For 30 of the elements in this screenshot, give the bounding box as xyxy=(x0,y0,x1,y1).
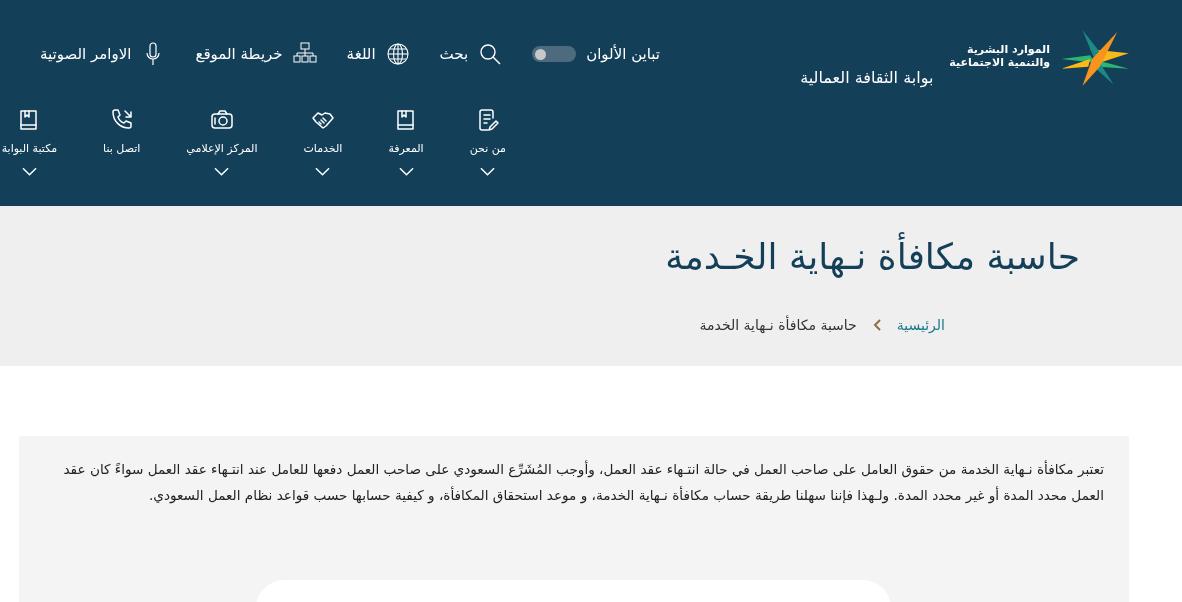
chevron-down-icon[interactable] xyxy=(214,167,230,177)
breadcrumb-link[interactable]: الرئيسية xyxy=(896,317,945,333)
nav-link[interactable]: المعرفة xyxy=(384,108,428,155)
camera-icon xyxy=(209,108,234,132)
breadcrumb-current: حاسبة مكافأة نـهاية الخدمة xyxy=(699,317,857,333)
nav-link[interactable]: الخدمات xyxy=(299,108,347,155)
chevron-down-icon[interactable] xyxy=(21,167,37,177)
nav-link[interactable]: اتصل بنا xyxy=(99,108,145,155)
contrast-toggle[interactable] xyxy=(532,46,577,62)
chevron-down-icon[interactable] xyxy=(480,167,496,177)
voice-link[interactable]: الاوامر الصوتية xyxy=(40,42,166,66)
chevron-left-icon xyxy=(872,319,881,331)
logo-text: والتنمية الاجتماعية xyxy=(949,56,1050,69)
search-link[interactable]: بحث xyxy=(439,42,503,66)
portal-title[interactable]: بوابة الثقافة العمالية xyxy=(800,67,934,87)
chevron-down-icon[interactable] xyxy=(315,167,331,177)
nav-link[interactable]: مكتبة البوابة xyxy=(0,108,62,155)
search-icon xyxy=(478,42,503,66)
globe-icon xyxy=(385,42,410,66)
toggle-label: تباين الألوان xyxy=(586,45,661,63)
sitemap-link[interactable]: خريطة الموقع xyxy=(195,42,317,66)
language-link[interactable]: اللغة xyxy=(346,42,410,66)
logo-text: الموارد البشرية xyxy=(966,43,1050,56)
chevron-down-icon[interactable] xyxy=(398,167,414,177)
phone-icon xyxy=(109,108,134,132)
sitemap-icon xyxy=(292,42,317,66)
nav-link[interactable]: من نحن xyxy=(465,108,510,155)
logo-icon[interactable] xyxy=(1060,30,1130,88)
nav-link[interactable]: المركز الإعلامي xyxy=(182,108,262,155)
intro-text: تعتبر مكافأة نـهاية الخدمة من حقوق العامل على صاحب العمل في حالة انتـهاء عقد العمل، وأوجب المُشَرِّع السعودي على صاحب العمل دفعها للعامل عند انتـهاء عقد العمل سواءً كان عقد العمل محدد المدة أو غير محدد المدة. ولـهذا فإننا سهلنا طريقة حساب مكافأة نـهاية الخدمة، و موعد استحقاق المكافأة، و كيفية حسابها حسب قواعد نظام العمل السعودي. xyxy=(62,459,1104,506)
